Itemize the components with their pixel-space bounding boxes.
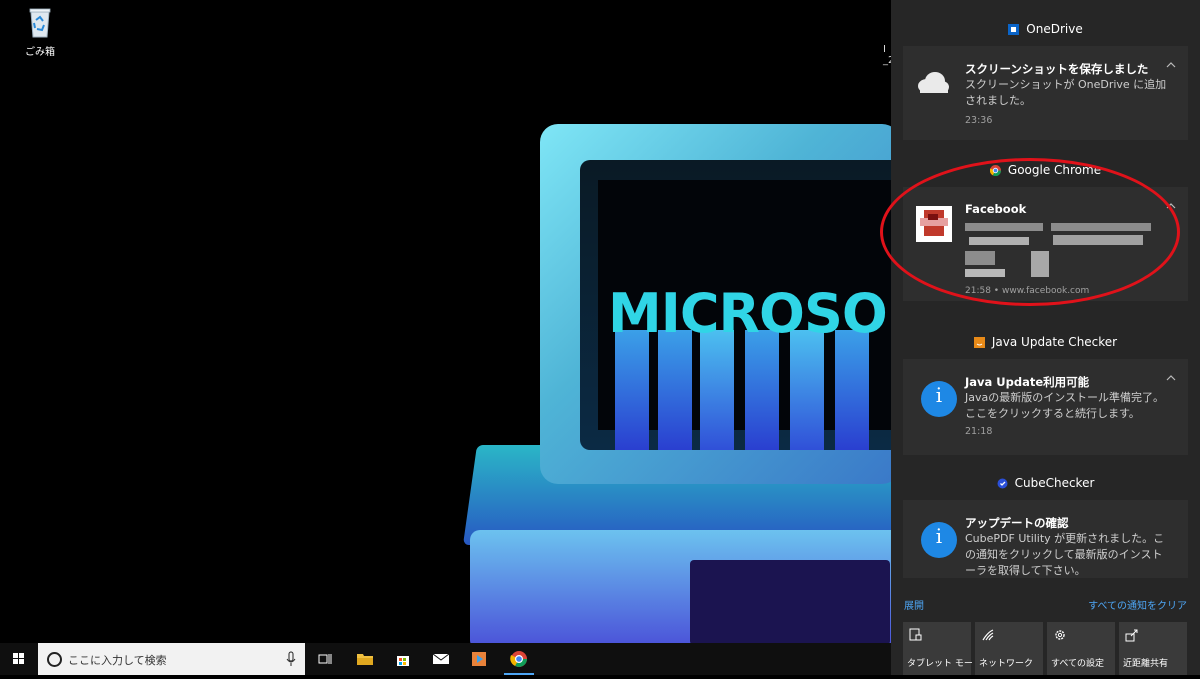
expand-link[interactable]: 展開 bbox=[904, 597, 924, 612]
notification-time: 21:18 bbox=[965, 426, 993, 437]
store-bag-icon bbox=[397, 656, 409, 666]
recycle-bin-icon bbox=[29, 8, 51, 38]
wallpaper: MICROSO bbox=[462, 120, 891, 643]
notification-card-cubechecker[interactable]: i アップデートの確認 CubePDF Utility が更新されました。この通… bbox=[903, 500, 1188, 578]
action-center: OneDrive スクリーンショットを保存しました スクリーンショットが One… bbox=[891, 0, 1200, 675]
group-app-name: Java Update Checker bbox=[991, 335, 1118, 349]
info-icon: i bbox=[921, 522, 957, 558]
notification-body: Javaの最新版のインストール準備完了。ここをクリックすると続行します。 bbox=[965, 391, 1165, 420]
taskbar-chrome[interactable] bbox=[500, 643, 538, 675]
group-app-name: CubeChecker bbox=[1014, 476, 1095, 490]
quick-action-label: すべての設定 bbox=[1051, 659, 1105, 669]
microphone-icon[interactable] bbox=[286, 651, 296, 667]
taskbar-store[interactable] bbox=[384, 643, 422, 675]
chevron-up-icon[interactable] bbox=[1166, 201, 1176, 211]
wallpaper-drive-slot bbox=[690, 560, 890, 643]
notification-title: アップデートの確認 bbox=[965, 516, 1069, 530]
redacted-text bbox=[965, 223, 1043, 231]
group-header-cubechecker: CubeChecker bbox=[891, 476, 1200, 490]
start-button[interactable] bbox=[0, 643, 38, 675]
notification-card-facebook[interactable]: Facebook 21:58 • www.facebook.com bbox=[903, 187, 1188, 301]
notification-time: 23:36 bbox=[965, 115, 993, 126]
cortana-icon bbox=[47, 652, 62, 667]
quick-action-all-settings[interactable]: すべての設定 bbox=[1047, 622, 1115, 675]
partial-desktop-icon-line1: I bbox=[883, 44, 886, 55]
wallpaper-letter-column bbox=[745, 330, 779, 450]
group-header-java: Java Update Checker bbox=[891, 335, 1200, 349]
group-app-name: Google Chrome bbox=[1007, 163, 1102, 177]
quick-action-label: 近距離共有 bbox=[1123, 659, 1169, 669]
chrome-icon bbox=[510, 651, 527, 667]
notification-title: Java Update利用可能 bbox=[965, 375, 1090, 389]
wallpaper-letter-column bbox=[700, 330, 734, 450]
wallpaper-letter-column bbox=[835, 330, 869, 450]
chrome-app-icon bbox=[989, 164, 1001, 176]
redacted-text bbox=[1053, 235, 1143, 245]
chevron-up-icon[interactable] bbox=[1166, 373, 1176, 383]
quick-action-nearby-sharing[interactable]: 近距離共有 bbox=[1119, 622, 1187, 675]
folder-icon bbox=[357, 654, 373, 665]
redacted-text bbox=[965, 251, 995, 265]
redacted-text bbox=[1031, 251, 1049, 277]
nearby-share-icon bbox=[1125, 629, 1138, 642]
onedrive-app-icon bbox=[1008, 23, 1020, 35]
redacted-text bbox=[969, 237, 1029, 245]
search-placeholder: ここに入力して検索 bbox=[68, 654, 167, 667]
wallpaper-word: MICROSO bbox=[608, 282, 888, 345]
wallpaper-letter-column bbox=[790, 330, 824, 450]
tablet-mode-icon bbox=[909, 628, 922, 641]
notification-time: 21:58 • www.facebook.com bbox=[965, 286, 1090, 296]
mail-icon bbox=[432, 653, 450, 664]
partial-desktop-icon-line2: _2 bbox=[883, 55, 891, 66]
gear-icon bbox=[1055, 630, 1065, 640]
taskbar-search-box[interactable]: ここに入力して検索 bbox=[38, 643, 305, 675]
redacted-text bbox=[1051, 223, 1151, 231]
taskbar-mail[interactable] bbox=[422, 643, 460, 675]
facebook-avatar bbox=[916, 206, 952, 242]
group-app-name: OneDrive bbox=[1026, 22, 1083, 36]
taskbar-media-app[interactable] bbox=[460, 643, 498, 675]
taskbar-file-explorer[interactable] bbox=[346, 643, 384, 675]
notification-body: CubePDF Utility が更新されました。この通知をクリックして最新版の… bbox=[965, 532, 1165, 577]
taskbar: ここに入力して検索 bbox=[0, 643, 891, 675]
wallpaper-letter-column bbox=[615, 330, 649, 450]
notification-card-onedrive[interactable]: スクリーンショットを保存しました スクリーンショットが OneDrive に追加… bbox=[903, 46, 1188, 140]
java-app-icon bbox=[973, 336, 985, 348]
notification-body: スクリーンショットが OneDrive に追加されました。 bbox=[965, 78, 1167, 107]
info-icon: i bbox=[921, 381, 957, 417]
quick-action-label: タブレット モード bbox=[907, 659, 982, 669]
media-player-icon bbox=[472, 652, 486, 666]
desktop: MICROSO ごみ箱 I _2 bbox=[0, 0, 891, 643]
cubechecker-app-icon bbox=[997, 478, 1008, 488]
quick-action-tablet-mode[interactable]: タブレット モード bbox=[903, 622, 982, 675]
task-view-button[interactable] bbox=[306, 643, 344, 675]
task-view-icon bbox=[318, 654, 332, 664]
clear-all-notifications-link[interactable]: すべての通知をクリア bbox=[1088, 597, 1187, 612]
chevron-up-icon[interactable] bbox=[1166, 60, 1176, 70]
cloud-icon bbox=[918, 72, 949, 93]
windows-logo-icon bbox=[13, 653, 24, 664]
quick-action-label: ネットワーク bbox=[979, 659, 1034, 669]
wallpaper-letter-column bbox=[658, 330, 692, 450]
notification-title: スクリーンショットを保存しました bbox=[965, 62, 1149, 76]
notification-card-java[interactable]: i Java Update利用可能 Javaの最新版のインストール準備完了。ここ… bbox=[903, 359, 1188, 455]
group-header-onedrive: OneDrive bbox=[891, 22, 1200, 36]
redacted-text bbox=[965, 269, 1005, 277]
notification-title: Facebook bbox=[965, 202, 1027, 216]
recycle-bin[interactable]: ごみ箱 bbox=[18, 6, 62, 58]
group-header-chrome: Google Chrome bbox=[891, 163, 1200, 177]
partial-desktop-icon-label[interactable]: I _2 bbox=[883, 44, 891, 66]
recycle-bin-label: ごみ箱 bbox=[25, 47, 55, 58]
network-icon bbox=[982, 629, 994, 641]
quick-action-network[interactable]: ネットワーク bbox=[975, 622, 1043, 675]
